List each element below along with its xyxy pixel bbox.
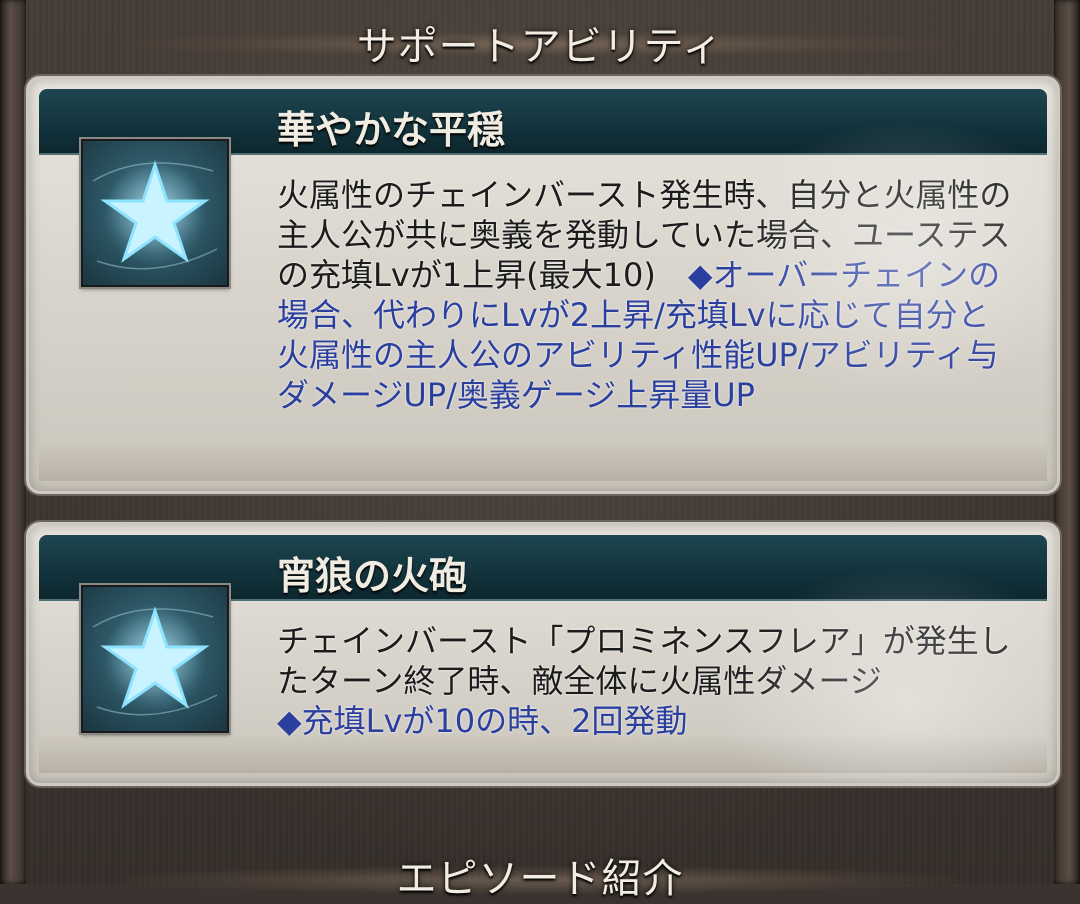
ability-description: チェインバースト「プロミネンスフレア」が発生したターン終了時、敵全体に火属性ダメ… <box>277 621 1017 741</box>
ability-name: 宵狼の火砲 <box>277 554 468 598</box>
left-frame-rail <box>0 0 26 884</box>
section-title-episode: エピソード紹介 <box>396 856 684 902</box>
ability-card-2[interactable]: 宵狼の火砲 チェインバースト「プロミネンスフレア」が発生したターン終了時、敵全体… <box>26 522 1060 786</box>
ability-card-1[interactable]: 華やかな平穏 火属性のチェインバースト発生時、自分と火属性の主人公が共に奥義を発… <box>26 76 1060 494</box>
ability-description-text: チェインバースト「プロミネンスフレア」が発生したターン終了時、敵全体に火属性ダメ… <box>277 622 1011 700</box>
ability-name: 華やかな平穏 <box>277 108 506 152</box>
card-floor <box>39 441 1047 481</box>
ability-description: 火属性のチェインバースト発生時、自分と火属性の主人公が共に奥義を発動していた場合… <box>277 175 1017 415</box>
star-icon <box>81 585 229 733</box>
section-title-support: サポートアビリティ <box>356 24 724 70</box>
star-icon <box>81 139 229 287</box>
card-floor <box>39 733 1047 773</box>
